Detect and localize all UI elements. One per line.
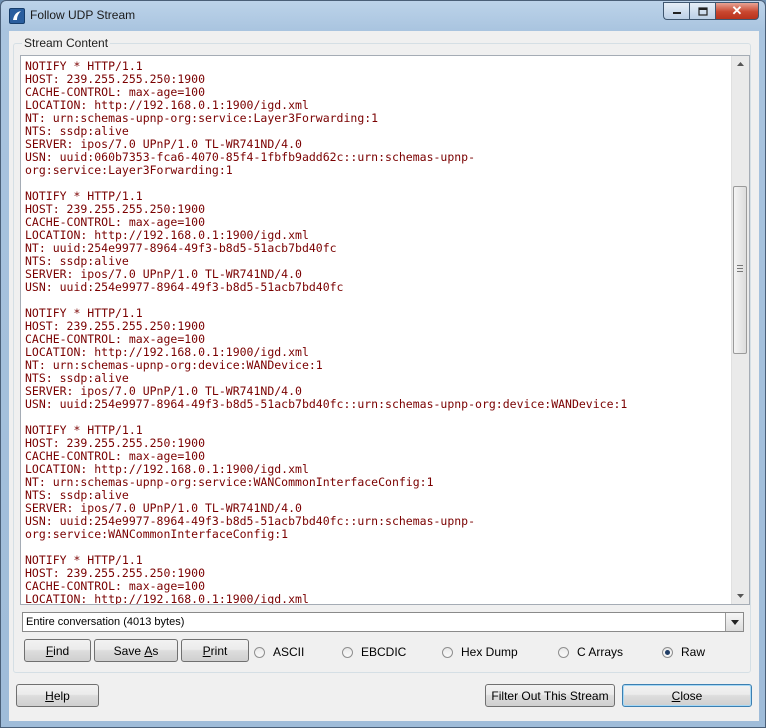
scroll-down-icon (737, 594, 744, 598)
stream-line: LOCATION: http://192.168.0.1:1900/igd.xm… (25, 592, 309, 605)
find-button[interactable]: Find (24, 639, 91, 662)
radio-indicator (442, 646, 453, 658)
wireshark-fin-icon (9, 8, 25, 24)
help-label-rest: elp (53, 688, 70, 703)
maximize-icon (697, 6, 708, 16)
minimize-icon (672, 12, 681, 14)
grip-icon (737, 265, 743, 272)
radio-indicator (558, 646, 569, 658)
scroll-up-icon (737, 62, 744, 66)
dialog-client-area: Stream Content NOTIFY * HTTP/1.1 HOST: 23… (9, 31, 759, 721)
save-as-label-prefix: Save (113, 643, 145, 658)
follow-udp-stream-window: Follow UDP Stream ✕ Stream Content NOTIF… (0, 0, 766, 728)
save-as-button[interactable]: Save As (94, 639, 178, 662)
help-button[interactable]: Help (16, 684, 99, 707)
stream-line: NT: urn:schemas-upnp-org:service:WANComm… (25, 475, 434, 489)
scroll-up-button[interactable] (732, 56, 749, 72)
format-radio-label: Raw (681, 645, 706, 659)
chevron-down-icon (730, 619, 739, 625)
format-radio-c-arrays[interactable]: C Arrays (558, 645, 623, 659)
maximize-button[interactable] (689, 2, 715, 20)
stream-line: NT: uuid:254e9977-8964-49f3-b8d5-51acb7b… (25, 241, 337, 255)
scroll-thumb[interactable] (733, 186, 747, 354)
radio-indicator (342, 646, 353, 658)
save-as-mnemonic: A (144, 643, 153, 658)
stream-line: NT: urn:schemas-upnp-org:device:WANDevic… (25, 358, 323, 372)
filter-out-stream-button[interactable]: Filter Out This Stream (485, 684, 615, 707)
close-icon: ✕ (731, 3, 743, 18)
vertical-scrollbar[interactable] (731, 56, 749, 604)
window-close-button[interactable]: ✕ (715, 2, 759, 20)
close-mnemonic: C (671, 688, 681, 703)
stream-line: USN: uuid:254e9977-8964-49f3-b8d5-51acb7… (25, 397, 628, 411)
help-mnemonic: H (45, 688, 54, 703)
format-radio-hex-dump[interactable]: Hex Dump (442, 645, 518, 659)
find-label-rest: ind (53, 643, 70, 658)
format-radio-ascii[interactable]: ASCII (254, 645, 304, 659)
filter-out-label: Filter Out This Stream (491, 688, 609, 703)
close-label-rest: lose (680, 688, 703, 703)
print-mnemonic: P (202, 643, 211, 658)
format-radio-label: Hex Dump (461, 645, 518, 659)
format-radio-label: EBCDIC (361, 645, 407, 659)
print-button[interactable]: Print (181, 639, 249, 662)
scroll-down-button[interactable] (732, 588, 749, 604)
title-bar[interactable]: Follow UDP Stream ✕ (1, 1, 765, 31)
stream-content-textbox[interactable]: NOTIFY * HTTP/1.1 HOST: 239.255.255.250:1… (20, 55, 750, 605)
window-controls: ✕ (663, 2, 759, 20)
stream-line: NT: urn:schemas-upnp-org:service:Layer3F… (25, 111, 379, 125)
group-label: Stream Content (22, 36, 111, 50)
format-radio-label: ASCII (273, 645, 305, 659)
radio-indicator-selected (662, 646, 673, 658)
close-button[interactable]: Close (622, 684, 752, 707)
stream-text: NOTIFY * HTTP/1.1 HOST: 239.255.255.250:1… (25, 60, 725, 605)
find-mnemonic: F (45, 643, 54, 658)
stream-line: USN: uuid:254e9977-8964-49f3-b8d5-51acb7… (25, 280, 344, 294)
radio-indicator (254, 646, 265, 658)
minimize-button[interactable] (663, 2, 689, 20)
print-label-rest: rint (210, 643, 228, 658)
format-radio-raw[interactable]: Raw (662, 645, 705, 659)
format-radio-ebcdic[interactable]: EBCDIC (342, 645, 406, 659)
format-radio-label: C Arrays (577, 645, 624, 659)
window-title: Follow UDP Stream (30, 8, 136, 22)
save-as-label-rest: s (152, 643, 159, 658)
conversation-select-value: Entire conversation (4013 bytes) (26, 616, 185, 628)
conversation-select[interactable]: Entire conversation (4013 bytes) (22, 612, 744, 632)
stream-line: org:service:WANCommonInterfaceConfig:1 (25, 527, 289, 541)
dropdown-button[interactable] (725, 613, 743, 631)
stream-line: org:service:Layer3Forwarding:1 (25, 163, 233, 177)
